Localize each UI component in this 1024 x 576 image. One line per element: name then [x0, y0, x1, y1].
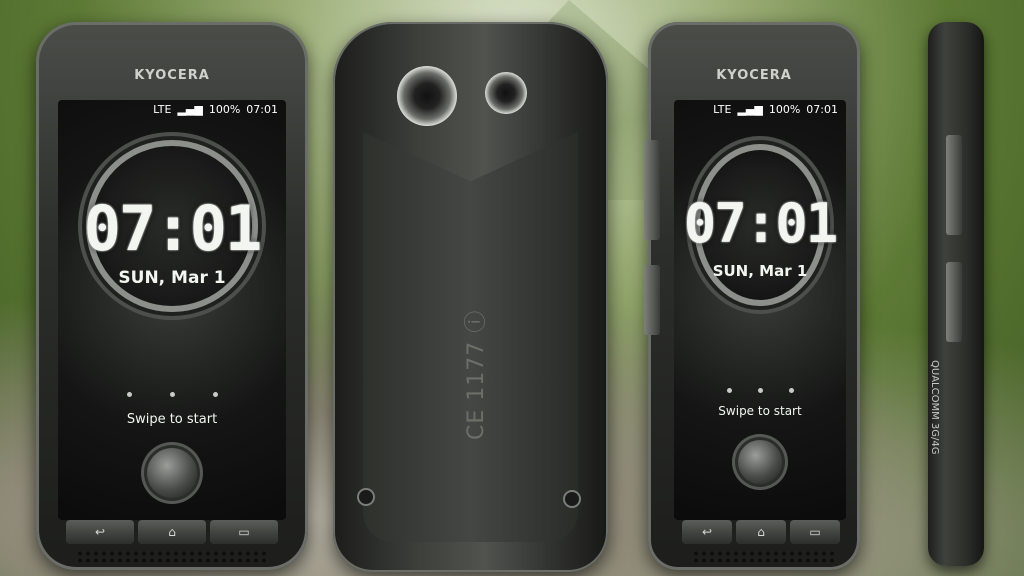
- screw-icon: [359, 490, 373, 504]
- back-button[interactable]: ↩: [682, 520, 732, 544]
- recent-apps-button[interactable]: ▭: [210, 520, 278, 544]
- unlock-knob[interactable]: [147, 448, 197, 498]
- unlock-dots: [674, 388, 846, 393]
- status-bar: LTE ▂▄▆ 100% 07:01: [153, 103, 278, 116]
- battery-level: 100%: [768, 103, 801, 116]
- clock-date: SUN, Mar 1: [118, 268, 226, 288]
- clock-date: SUN, Mar 1: [712, 262, 808, 280]
- camera-lens-icon: [397, 66, 457, 126]
- brand-logo: KYOCERA: [716, 68, 792, 83]
- chip-label: QUALCOMM 3G/4G: [929, 360, 940, 455]
- side-key[interactable]: [644, 265, 660, 335]
- speaker-grille: [76, 550, 268, 564]
- certification-mark: CE 1177 ⓘ: [464, 309, 489, 440]
- recent-apps-button[interactable]: ▭: [790, 520, 840, 544]
- lock-screen: LTE ▂▄▆ 100% 07:01 07:01 SUN, Mar 1 Swip…: [674, 100, 846, 520]
- screw-icon: [565, 492, 579, 506]
- phone-front-right: KYOCERA LTE ▂▄▆ 100% 07:01 07:01 SUN, Ma…: [648, 22, 860, 570]
- status-time: 07:01: [806, 103, 838, 116]
- network-indicator: LTE: [713, 103, 732, 116]
- flash-icon: [485, 72, 527, 114]
- nav-bar: ↩ ⌂ ▭: [66, 520, 278, 544]
- status-time: 07:01: [246, 103, 278, 116]
- dot: [126, 392, 132, 397]
- swipe-hint: Swipe to start: [718, 404, 802, 418]
- photo-scene: KYOCERA LTE ▂▄▆ 100% 07:01 07:01 SUN, Ma…: [0, 0, 1024, 576]
- volume-button[interactable]: [644, 140, 660, 240]
- home-button[interactable]: ⌂: [736, 520, 786, 544]
- dot: [726, 388, 732, 393]
- speaker-grille: [692, 550, 836, 564]
- clock-time: 07:01: [683, 192, 839, 255]
- signal-icon: ▂▄▆: [737, 103, 763, 116]
- phone-front-left: KYOCERA LTE ▂▄▆ 100% 07:01 07:01 SUN, Ma…: [36, 22, 308, 570]
- side-grip: [946, 262, 962, 342]
- status-bar: LTE ▂▄▆ 100% 07:01: [713, 103, 838, 116]
- dot: [212, 392, 218, 397]
- brand-logo: KYOCERA: [134, 68, 210, 83]
- dot: [757, 388, 763, 393]
- dot: [169, 392, 175, 397]
- lock-screen: LTE ▂▄▆ 100% 07:01 07:01 SUN, Mar 1 Swip…: [58, 100, 286, 520]
- phone-back: [333, 22, 608, 572]
- dot: [788, 388, 794, 393]
- signal-icon: ▂▄▆: [177, 103, 203, 116]
- side-button[interactable]: [946, 135, 962, 235]
- nav-bar: ↩ ⌂ ▭: [682, 520, 840, 544]
- battery-level: 100%: [208, 103, 241, 116]
- unlock-dots: [58, 392, 286, 397]
- clock-time: 07:01: [83, 192, 263, 265]
- home-button[interactable]: ⌂: [138, 520, 206, 544]
- back-button[interactable]: ↩: [66, 520, 134, 544]
- unlock-knob[interactable]: [738, 440, 782, 484]
- network-indicator: LTE: [153, 103, 172, 116]
- swipe-hint: Swipe to start: [126, 412, 218, 427]
